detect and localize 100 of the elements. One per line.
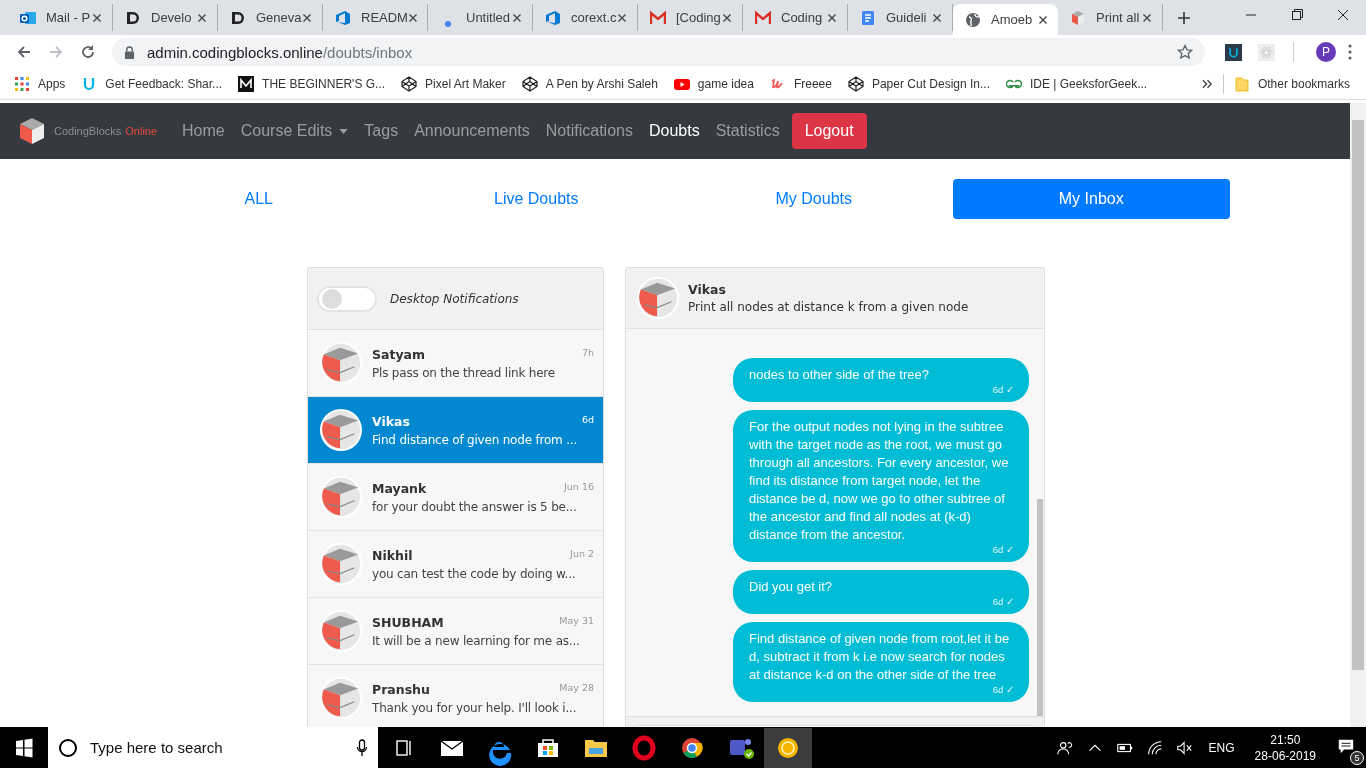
gmail-icon	[650, 9, 666, 26]
nav-link[interactable]: Announcements	[406, 122, 538, 140]
thread-time: 6d	[581, 413, 594, 425]
cube-outline-icon	[401, 76, 418, 92]
filter-tab[interactable]: Live Doubts	[397, 179, 675, 219]
filter-tab[interactable]: My Doubts	[675, 179, 953, 219]
browser-tab[interactable]: Amoeb	[953, 4, 1058, 35]
reload-icon[interactable]	[80, 44, 96, 60]
bookmark-item[interactable]: IDE | GeeksforGeek...	[1006, 76, 1148, 92]
cube-outline-icon	[847, 76, 864, 92]
nav-link[interactable]: Doubts	[640, 122, 708, 140]
nav-link[interactable]: Course Edits	[232, 122, 357, 140]
bookmark-star-icon[interactable]	[1177, 44, 1193, 60]
cube-logo-icon	[18, 117, 46, 145]
browser-tab[interactable]: READM	[323, 4, 428, 31]
browser-tab[interactable]: Guideli	[848, 4, 953, 31]
cube-outline-icon	[521, 76, 538, 92]
close-icon[interactable]	[302, 12, 312, 23]
wifi-icon[interactable]	[1145, 738, 1164, 757]
scrollbar-thumb[interactable]	[1037, 499, 1043, 716]
speaker-muted-icon[interactable]	[1175, 738, 1194, 757]
bookmark-folder[interactable]: Other bookmarks	[1233, 76, 1350, 92]
language-indicator[interactable]: ENG	[1208, 740, 1235, 755]
toggle-switch[interactable]	[317, 285, 377, 312]
chevrons-icon[interactable]	[1201, 79, 1213, 89]
cube-avatar	[319, 676, 363, 720]
thread-item[interactable]: Nikhil Jun 2 you can test the code by doing w...	[308, 531, 603, 598]
thread-item[interactable]: Vikas 6d Find distance of given node from ...	[308, 397, 603, 464]
microphone-icon[interactable]	[356, 738, 368, 757]
brand-name: CodingBlocks	[54, 125, 122, 137]
close-icon[interactable]	[512, 12, 522, 23]
nav-link[interactable]: Notifications	[537, 122, 641, 140]
close-icon[interactable]	[1142, 12, 1152, 23]
thread-time: May 28	[559, 681, 594, 693]
clock[interactable]: 21:50 28-06-2019	[1254, 731, 1316, 764]
close-icon[interactable]	[617, 12, 627, 23]
profile-avatar[interactable]: P	[1316, 42, 1336, 62]
nav-link[interactable]: Tags	[356, 122, 407, 140]
close-icon[interactable]	[722, 12, 732, 23]
taskbar-search-field[interactable]: Type here to search	[48, 727, 378, 768]
bookmark-item[interactable]: Freeee	[769, 76, 832, 92]
browser-tab[interactable]: Develo	[113, 4, 218, 31]
d-letter-icon	[230, 9, 246, 26]
menu-icon[interactable]	[1348, 44, 1352, 60]
bookmark-item[interactable]: Apps	[14, 76, 66, 92]
browser-tab[interactable]: Untitled	[428, 4, 533, 31]
message-time: 6d ✓	[992, 684, 1014, 696]
close-icon[interactable]	[197, 12, 207, 23]
extension-icon[interactable]	[1225, 43, 1242, 61]
cube-avatar	[319, 408, 363, 452]
bookmark-item[interactable]: Pixel Art Maker	[401, 76, 506, 92]
thread-preview: Find distance of given node from ...	[372, 432, 579, 447]
close-icon[interactable]	[92, 12, 102, 23]
close-icon[interactable]	[1038, 14, 1048, 25]
notification-count: 5	[1350, 750, 1364, 765]
browser-tab[interactable]: Mail - P	[8, 4, 113, 31]
bookmark-item[interactable]: game idea	[673, 76, 754, 92]
new-tab-icon[interactable]	[1177, 11, 1191, 25]
thread-time: Jun 2	[570, 547, 594, 559]
logout-button[interactable]: Logout	[791, 113, 867, 149]
round-app-icon[interactable]	[764, 727, 812, 768]
azure-icon	[335, 9, 351, 26]
message-text: nodes to other side of the tree?	[749, 366, 930, 384]
document-icon	[860, 9, 876, 26]
bookmark-item[interactable]: Get Feedback: Shar...	[81, 76, 223, 92]
thread-time: 7h	[581, 346, 594, 358]
thread-preview: for your doubt the answer is 5 be...	[372, 499, 578, 514]
message-time: 6d ✓	[992, 384, 1014, 396]
azure-icon	[545, 9, 561, 26]
cube-avatar	[319, 542, 363, 586]
back-icon[interactable]	[16, 44, 32, 60]
sender-name: Nikhil	[372, 547, 413, 563]
browser-tab[interactable]: Coding	[743, 4, 848, 31]
browser-tab[interactable]: Print all	[1058, 4, 1163, 31]
filter-tab[interactable]: My Inbox	[952, 179, 1230, 219]
message-text: For the output nodes not lying in the subtree with the target node as the root, we must go through all ancestors. For every ancestor, we find its distance from target node, let the distance be d, now we go to other subtree of the ancestor and find all nodes at (k-d) distance from the ancestor.	[749, 418, 1010, 544]
globe-icon	[965, 11, 981, 28]
nav-link[interactable]: Statistics	[707, 122, 788, 140]
play-logo-icon	[673, 76, 690, 92]
page-scrollbar[interactable]	[1350, 103, 1366, 727]
nav-link[interactable]: Home	[174, 122, 233, 140]
close-icon[interactable]	[827, 12, 837, 23]
address-bar[interactable]: admin.codingblocks.online/doubts/inbox	[112, 38, 1205, 66]
url-text: admin.codingblocks.online/doubts/inbox	[147, 43, 413, 61]
sender-name: Satyam	[372, 346, 426, 362]
bookmark-item[interactable]: THE BEGINNER'S G...	[238, 76, 386, 92]
thread-item[interactable]: Mayank Jun 16 for your doubt the answer is 5 be...	[308, 464, 603, 531]
thread-time: May 31	[559, 614, 594, 626]
filter-tab[interactable]: ALL	[120, 179, 398, 219]
bookmark-item[interactable]: A Pen by Arshi Saleh	[521, 76, 658, 92]
browser-tab[interactable]: [Coding	[638, 4, 743, 31]
browser-tab[interactable]: corext.c	[533, 4, 638, 31]
bookmark-item[interactable]: Paper Cut Design In...	[847, 76, 990, 92]
close-icon[interactable]	[407, 12, 418, 23]
thread-preview: you can test the code by doing w...	[372, 566, 577, 581]
sender-name: Pranshu	[372, 681, 430, 697]
close-icon[interactable]	[932, 12, 942, 23]
thread-item[interactable]: SHUBHAM May 31 It will be a new learning for me as...	[308, 598, 603, 665]
browser-tab[interactable]: Geneva	[218, 4, 323, 31]
message-time: 6d ✓	[992, 596, 1014, 608]
